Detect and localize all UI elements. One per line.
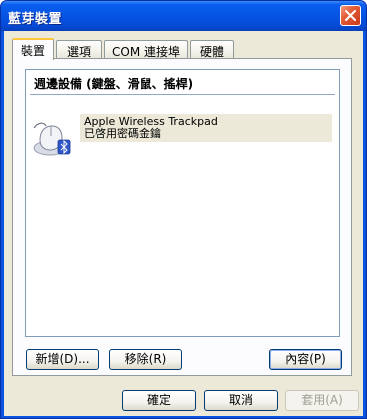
device-list[interactable]: 週邊設備 (鍵盤、滑鼠、搖桿) Apple Wireless Trackpad … [25, 69, 340, 337]
remove-button[interactable]: 移除(R) [109, 349, 182, 370]
close-button[interactable] [340, 5, 361, 26]
tab-devices[interactable]: 裝置 [12, 38, 54, 60]
tab-options[interactable]: 選項 [56, 40, 102, 59]
group-divider [30, 94, 335, 95]
dialog-client-area: 裝置 選項 COM 連接埠 硬體 週邊設備 (鍵盤、滑鼠、搖桿) Apple W… [4, 31, 363, 416]
title-bar[interactable]: 藍芽裝置 [1, 1, 366, 31]
tab-label: 硬體 [199, 45, 224, 59]
tab-com-ports[interactable]: COM 連接埠 [104, 40, 188, 59]
tab-label: 裝置 [20, 44, 45, 58]
add-button[interactable]: 新增(D)... [26, 349, 99, 370]
bluetooth-devices-window: 藍芽裝置 裝置 選項 COM 連接埠 硬體 週邊設備 (鍵盤、滑鼠、搖桿) Ap… [0, 0, 367, 419]
properties-button[interactable]: 內容(P) [269, 349, 342, 370]
tab-hardware[interactable]: 硬體 [190, 40, 234, 59]
close-icon [345, 10, 356, 21]
device-group-header: 週邊設備 (鍵盤、滑鼠、搖桿) [34, 77, 194, 91]
cancel-button[interactable]: 取消 [204, 390, 278, 411]
window-title: 藍芽裝置 [8, 12, 63, 27]
devices-tab-panel: 週邊設備 (鍵盤、滑鼠、搖桿) Apple Wireless Trackpad … [12, 58, 352, 376]
device-status: 已啓用密碼金鑰 [84, 127, 161, 140]
tab-label: COM 連接埠 [112, 45, 180, 59]
device-label: Apple Wireless Trackpad 已啓用密碼金鑰 [80, 114, 332, 142]
apply-button[interactable]: 套用(A) [285, 390, 359, 411]
ok-button[interactable]: 確定 [122, 390, 196, 411]
mouse-icon [33, 122, 71, 156]
list-item[interactable]: Apple Wireless Trackpad 已啓用密碼金鑰 [32, 114, 332, 164]
tab-label: 選項 [66, 45, 91, 59]
